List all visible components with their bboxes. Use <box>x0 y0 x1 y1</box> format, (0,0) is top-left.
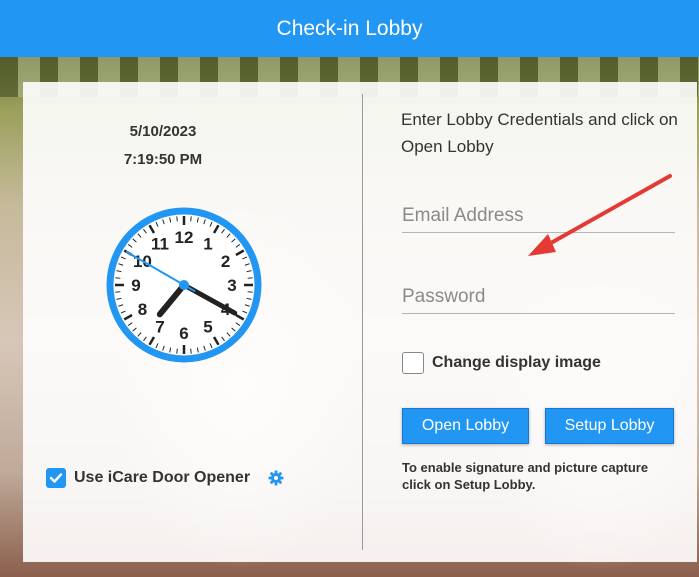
clock-numeral: 8 <box>138 300 147 319</box>
change-image-row: Change display image <box>402 352 601 374</box>
clock-numeral: 6 <box>179 324 188 343</box>
clock-numeral: 5 <box>203 318 212 337</box>
clock-tick <box>176 216 178 222</box>
clock-tick <box>247 291 253 293</box>
open-lobby-button[interactable]: Open Lobby <box>402 408 529 444</box>
clock-tick <box>115 291 121 293</box>
clock-numeral: 2 <box>221 252 230 271</box>
change-image-checkbox[interactable] <box>402 352 424 374</box>
annotation-arrow-icon <box>528 174 672 256</box>
door-opener-label: Use iCare Door Opener <box>74 469 251 486</box>
panel-divider <box>362 94 363 550</box>
clock-numeral: 11 <box>151 234 169 253</box>
current-date: 5/10/2023 <box>129 123 197 140</box>
clock-numeral: 12 <box>175 228 194 247</box>
login-instructions: Enter Lobby Credentials and click on Ope… <box>401 110 678 156</box>
setup-hint: To enable signature and picture capture … <box>402 460 649 492</box>
clock-tick <box>190 216 192 222</box>
password-field[interactable] <box>402 281 675 314</box>
clock-tick <box>176 348 178 354</box>
clock-numeral: 3 <box>227 276 236 295</box>
setup-lobby-button[interactable]: Setup Lobby <box>545 408 674 444</box>
clock-numeral: 9 <box>131 276 140 295</box>
analog-clock: 121234567891011 <box>106 207 262 363</box>
page-title: Check-in Lobby <box>276 16 423 40</box>
lobby-panel: 5/10/2023 7:19:50 PM 121234567891011 Use… <box>23 82 697 562</box>
check-icon <box>49 473 63 483</box>
clock-tick <box>115 277 121 279</box>
gear-icon[interactable] <box>268 470 284 486</box>
clock-numeral: 1 <box>203 234 212 253</box>
clock-tick <box>247 277 253 279</box>
clock-numeral: 7 <box>155 318 164 337</box>
change-image-label: Change display image <box>432 354 601 371</box>
door-opener-checkbox[interactable] <box>46 468 66 488</box>
door-opener-row: Use iCare Door Opener <box>46 468 284 488</box>
clock-tick <box>190 348 192 354</box>
current-time: 7:19:50 PM <box>123 151 203 168</box>
clock-center <box>179 280 189 290</box>
header-bar: Check-in Lobby <box>0 0 699 57</box>
